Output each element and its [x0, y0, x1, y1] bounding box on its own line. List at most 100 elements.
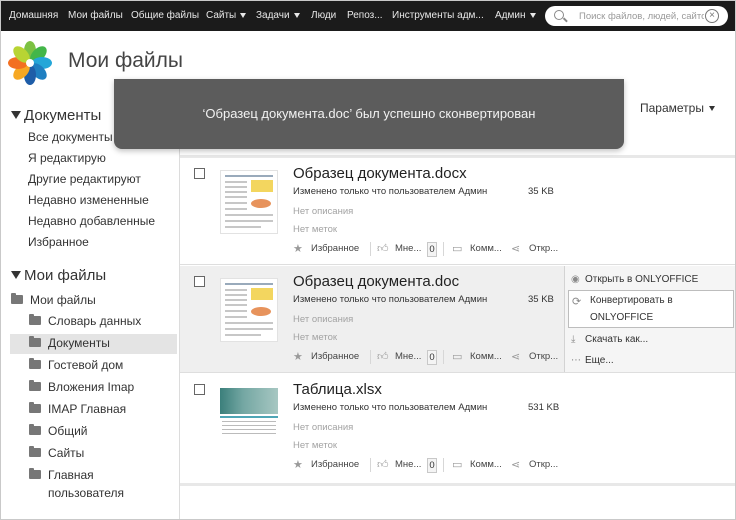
file-tags: Нет меток — [293, 440, 338, 451]
options-button[interactable]: Параметры — [640, 101, 715, 115]
sidebar-folder-documents[interactable]: Документы — [10, 334, 177, 354]
row-actions: ★ Избранное 👍︎ Мне... 0 ▭ Комм... ⋖ Откр… — [293, 458, 563, 474]
search-input[interactable] — [579, 9, 704, 23]
action-divider — [370, 350, 371, 364]
app-window: Домашняя Мои файлы Общие файлы Сайты Зад… — [0, 0, 736, 520]
like-link[interactable]: Мне... — [395, 459, 421, 470]
nav-user-menu[interactable]: Админ — [495, 10, 536, 21]
sidebar-myfiles-label: Мои файлы — [24, 267, 107, 284]
action-divider — [370, 458, 371, 472]
convert-label-line2: ONLYOFFICE — [590, 312, 654, 323]
sidebar-documents-heading[interactable]: Документы — [11, 107, 101, 124]
folder-label: Документы — [48, 336, 110, 350]
chevron-down-icon — [708, 106, 715, 112]
sidebar-folder-imap-home[interactable]: IMAP Главная — [10, 400, 177, 420]
share-link[interactable]: Откр... — [529, 243, 558, 254]
open-in-onlyoffice-item[interactable]: ◉ Открыть в ONLYOFFICE — [571, 274, 698, 285]
star-icon[interactable]: ★ — [293, 350, 303, 363]
action-divider — [370, 242, 371, 256]
row-checkbox[interactable] — [194, 276, 205, 287]
file-name-link[interactable]: Таблица.xlsx — [293, 381, 382, 398]
share-icon[interactable]: ⋖ — [511, 242, 520, 255]
nav-admin-tools[interactable]: Инструменты адм... — [392, 10, 484, 21]
file-row-doc[interactable]: Образец документа.doc Изменено только чт… — [180, 266, 735, 372]
like-link[interactable]: Мне... — [395, 243, 421, 254]
nav-shared-files[interactable]: Общие файлы — [131, 10, 199, 21]
sidebar-folder-data-dictionary[interactable]: Словарь данных — [10, 312, 177, 332]
comment-link[interactable]: Комм... — [470, 459, 502, 470]
sidebar-link-recently-modified[interactable]: Недавно измененные — [28, 193, 149, 207]
row-checkbox[interactable] — [194, 384, 205, 395]
sidebar-link-favorites[interactable]: Избранное — [28, 235, 89, 249]
nav-sites-label: Сайты — [206, 10, 237, 21]
spreadsheet-thumbnail[interactable] — [220, 388, 278, 442]
action-divider — [443, 350, 444, 364]
top-nav-bar: Домашняя Мои файлы Общие файлы Сайты Зад… — [1, 1, 735, 31]
sidebar-folder-guest-home[interactable]: Гостевой дом — [10, 356, 177, 376]
more-actions-item[interactable]: ⋯ Еще... — [571, 355, 614, 366]
nav-tasks[interactable]: Задачи — [256, 10, 300, 21]
comment-icon[interactable]: ▭ — [452, 242, 462, 255]
file-row-xlsx[interactable]: Таблица.xlsx Изменено только что пользов… — [180, 374, 735, 480]
sidebar-folder-user-homes[interactable]: Главная пользователя — [10, 466, 177, 506]
sidebar-link-i-edit[interactable]: Я редактирую — [28, 151, 106, 165]
file-size: 531 KB — [528, 402, 560, 413]
comment-link[interactable]: Комм... — [470, 351, 502, 362]
row-divider — [180, 264, 735, 265]
thumbs-up-icon[interactable]: 👍︎ — [377, 458, 389, 471]
folder-label: Гостевой дом — [48, 358, 124, 372]
folder-icon — [29, 336, 41, 347]
nav-sites[interactable]: Сайты — [206, 10, 247, 21]
like-link[interactable]: Мне... — [395, 351, 421, 362]
folder-label: Сайты — [48, 446, 85, 460]
convert-to-onlyoffice-item[interactable]: ⟳ Конвертировать в ONLYOFFICE — [568, 290, 734, 328]
file-name-link[interactable]: Образец документа.docx — [293, 165, 467, 182]
share-link[interactable]: Откр... — [529, 459, 558, 470]
like-count: 0 — [427, 242, 437, 257]
sidebar-folder-root[interactable]: Мои файлы — [10, 291, 177, 311]
favorite-link[interactable]: Избранное — [311, 459, 359, 470]
nav-home[interactable]: Домашняя — [9, 10, 58, 21]
download-as-item[interactable]: ⤓ Скачать как... — [571, 334, 648, 345]
favorite-link[interactable]: Избранное — [311, 351, 359, 362]
row-checkbox[interactable] — [194, 168, 205, 179]
document-list-panel: Параметры Образец документа.docx Изменен… — [179, 93, 735, 519]
comment-icon[interactable]: ▭ — [452, 350, 462, 363]
document-thumbnail[interactable] — [220, 170, 278, 234]
nav-my-files[interactable]: Мои файлы — [68, 10, 123, 21]
sidebar-link-all-documents[interactable]: Все документы — [28, 130, 113, 144]
sidebar-folder-imap-attachments[interactable]: Вложения Imap — [10, 378, 177, 398]
nav-people[interactable]: Люди — [311, 10, 336, 21]
folder-icon — [29, 468, 41, 479]
thumbs-up-icon[interactable]: 👍︎ — [377, 242, 389, 255]
document-thumbnail[interactable] — [220, 278, 278, 342]
search-icon[interactable] — [554, 10, 564, 20]
sidebar-folder-sites[interactable]: Сайты — [10, 444, 177, 464]
sidebar-link-recently-added[interactable]: Недавно добавленные — [28, 214, 155, 228]
file-row-docx[interactable]: Образец документа.docx Изменено только ч… — [180, 158, 735, 264]
convert-label-line1: Конвертировать в — [590, 295, 673, 306]
share-icon[interactable]: ⋖ — [511, 458, 520, 471]
star-icon[interactable]: ★ — [293, 242, 303, 255]
file-size: 35 KB — [528, 294, 554, 305]
refresh-icon: ⟳ — [572, 296, 582, 308]
thumbs-up-icon[interactable]: 👍︎ — [377, 350, 389, 363]
nav-repository[interactable]: Репоз... — [347, 10, 383, 21]
folder-icon — [29, 314, 41, 325]
file-name-link[interactable]: Образец документа.doc — [293, 273, 459, 290]
star-icon[interactable]: ★ — [293, 458, 303, 471]
sidebar-folder-shared[interactable]: Общий — [10, 422, 177, 442]
sidebar-myfiles-heading[interactable]: Мои файлы — [11, 267, 106, 284]
folder-icon — [29, 358, 41, 369]
sidebar-link-others-edit[interactable]: Другие редактируют — [28, 172, 141, 186]
folder-icon — [29, 424, 41, 435]
action-divider — [443, 458, 444, 472]
favorite-link[interactable]: Избранное — [311, 243, 359, 254]
share-icon[interactable]: ⋖ — [511, 350, 520, 363]
clear-search-icon[interactable]: × — [705, 9, 719, 23]
page-title: Мои файлы — [68, 49, 184, 72]
share-link[interactable]: Откр... — [529, 351, 558, 362]
comment-link[interactable]: Комм... — [470, 243, 502, 254]
folder-label: Вложения Imap — [48, 380, 135, 394]
comment-icon[interactable]: ▭ — [452, 458, 462, 471]
